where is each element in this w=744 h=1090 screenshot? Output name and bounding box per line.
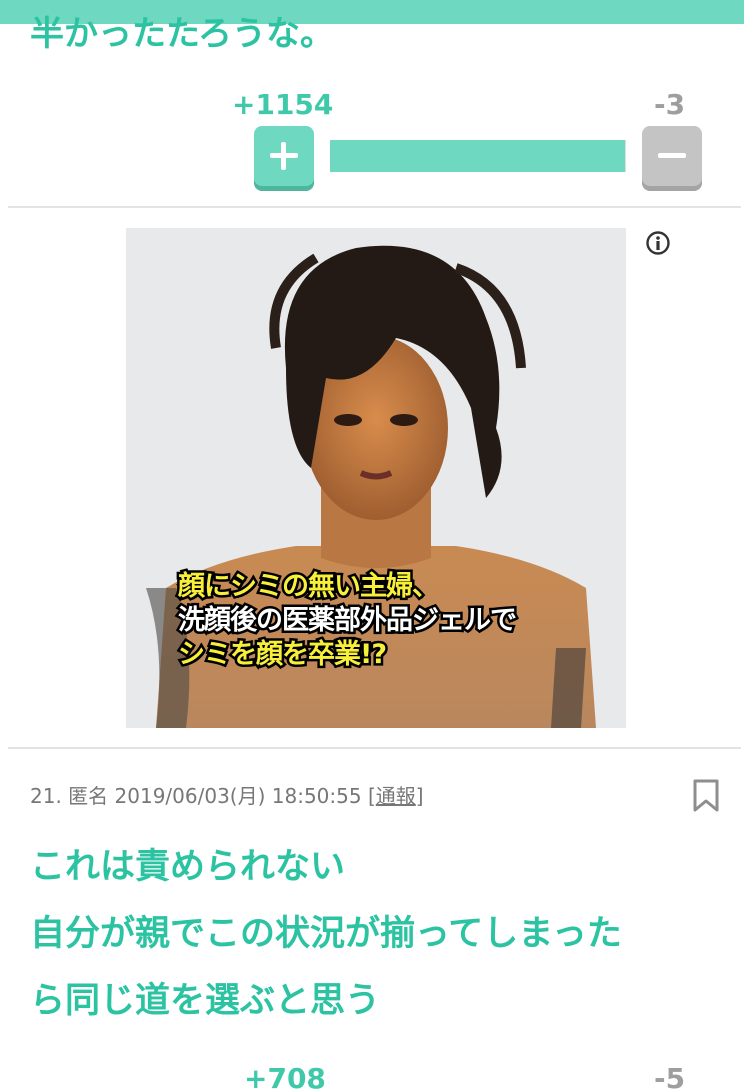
ad-overlay-line: 洗顔後の医薬部外品ジェルで [176,603,520,639]
plus-vote-count: +708 [244,1062,326,1090]
ad-overlay-text: 顔にシミの無い主婦、 洗顔後の医薬部外品ジェルで シミを顔を卒業!? [176,569,598,673]
ad-overlay-line: 顔にシミの無い主婦、 [176,569,442,605]
plus-vote-button[interactable] [254,126,314,186]
comment-datetime: 2019/06/03(月) 18:50:55 [114,784,362,808]
plus-vote-count: +1154 [232,88,334,121]
report-link[interactable]: 通報 [376,784,416,808]
vote-ratio-bar [330,140,626,172]
minus-vote-count: -5 [654,1062,686,1090]
comment-author: 匿名 [68,784,109,808]
comment-meta: 21. 匿名 2019/06/03(月) 18:50:55 [通報] [30,780,424,809]
minus-vote-count: -3 [654,88,686,121]
vote-ratio-fill [330,140,626,172]
comment-number: 21. [30,784,62,808]
ad-image[interactable]: 顔にシミの無い主婦、 洗顔後の医薬部外品ジェルで シミを顔を卒業!? [126,228,626,728]
comment-body: これは責められない 自分が親でこの状況が揃ってしまった ら同じ道を選ぶと思う [30,834,730,1035]
divider [8,747,741,749]
report-bracket-open: [ [367,784,376,808]
divider [8,206,741,208]
info-circle-icon[interactable] [645,230,671,256]
minus-icon [658,153,686,158]
bookmark-icon[interactable] [692,779,720,813]
comment-line: 自分が親でこの状況が揃ってしまった [30,914,622,954]
minus-vote-button[interactable] [642,126,702,186]
report-bracket-close: ] [415,784,424,808]
ad-overlay-line: シミを顔を卒業!? [176,637,390,673]
previous-comment-text: 半かったたろうな。 [30,14,334,54]
comment-line: これは責められない [30,847,346,887]
comment-line: ら同じ道を選ぶと思う [30,981,381,1021]
